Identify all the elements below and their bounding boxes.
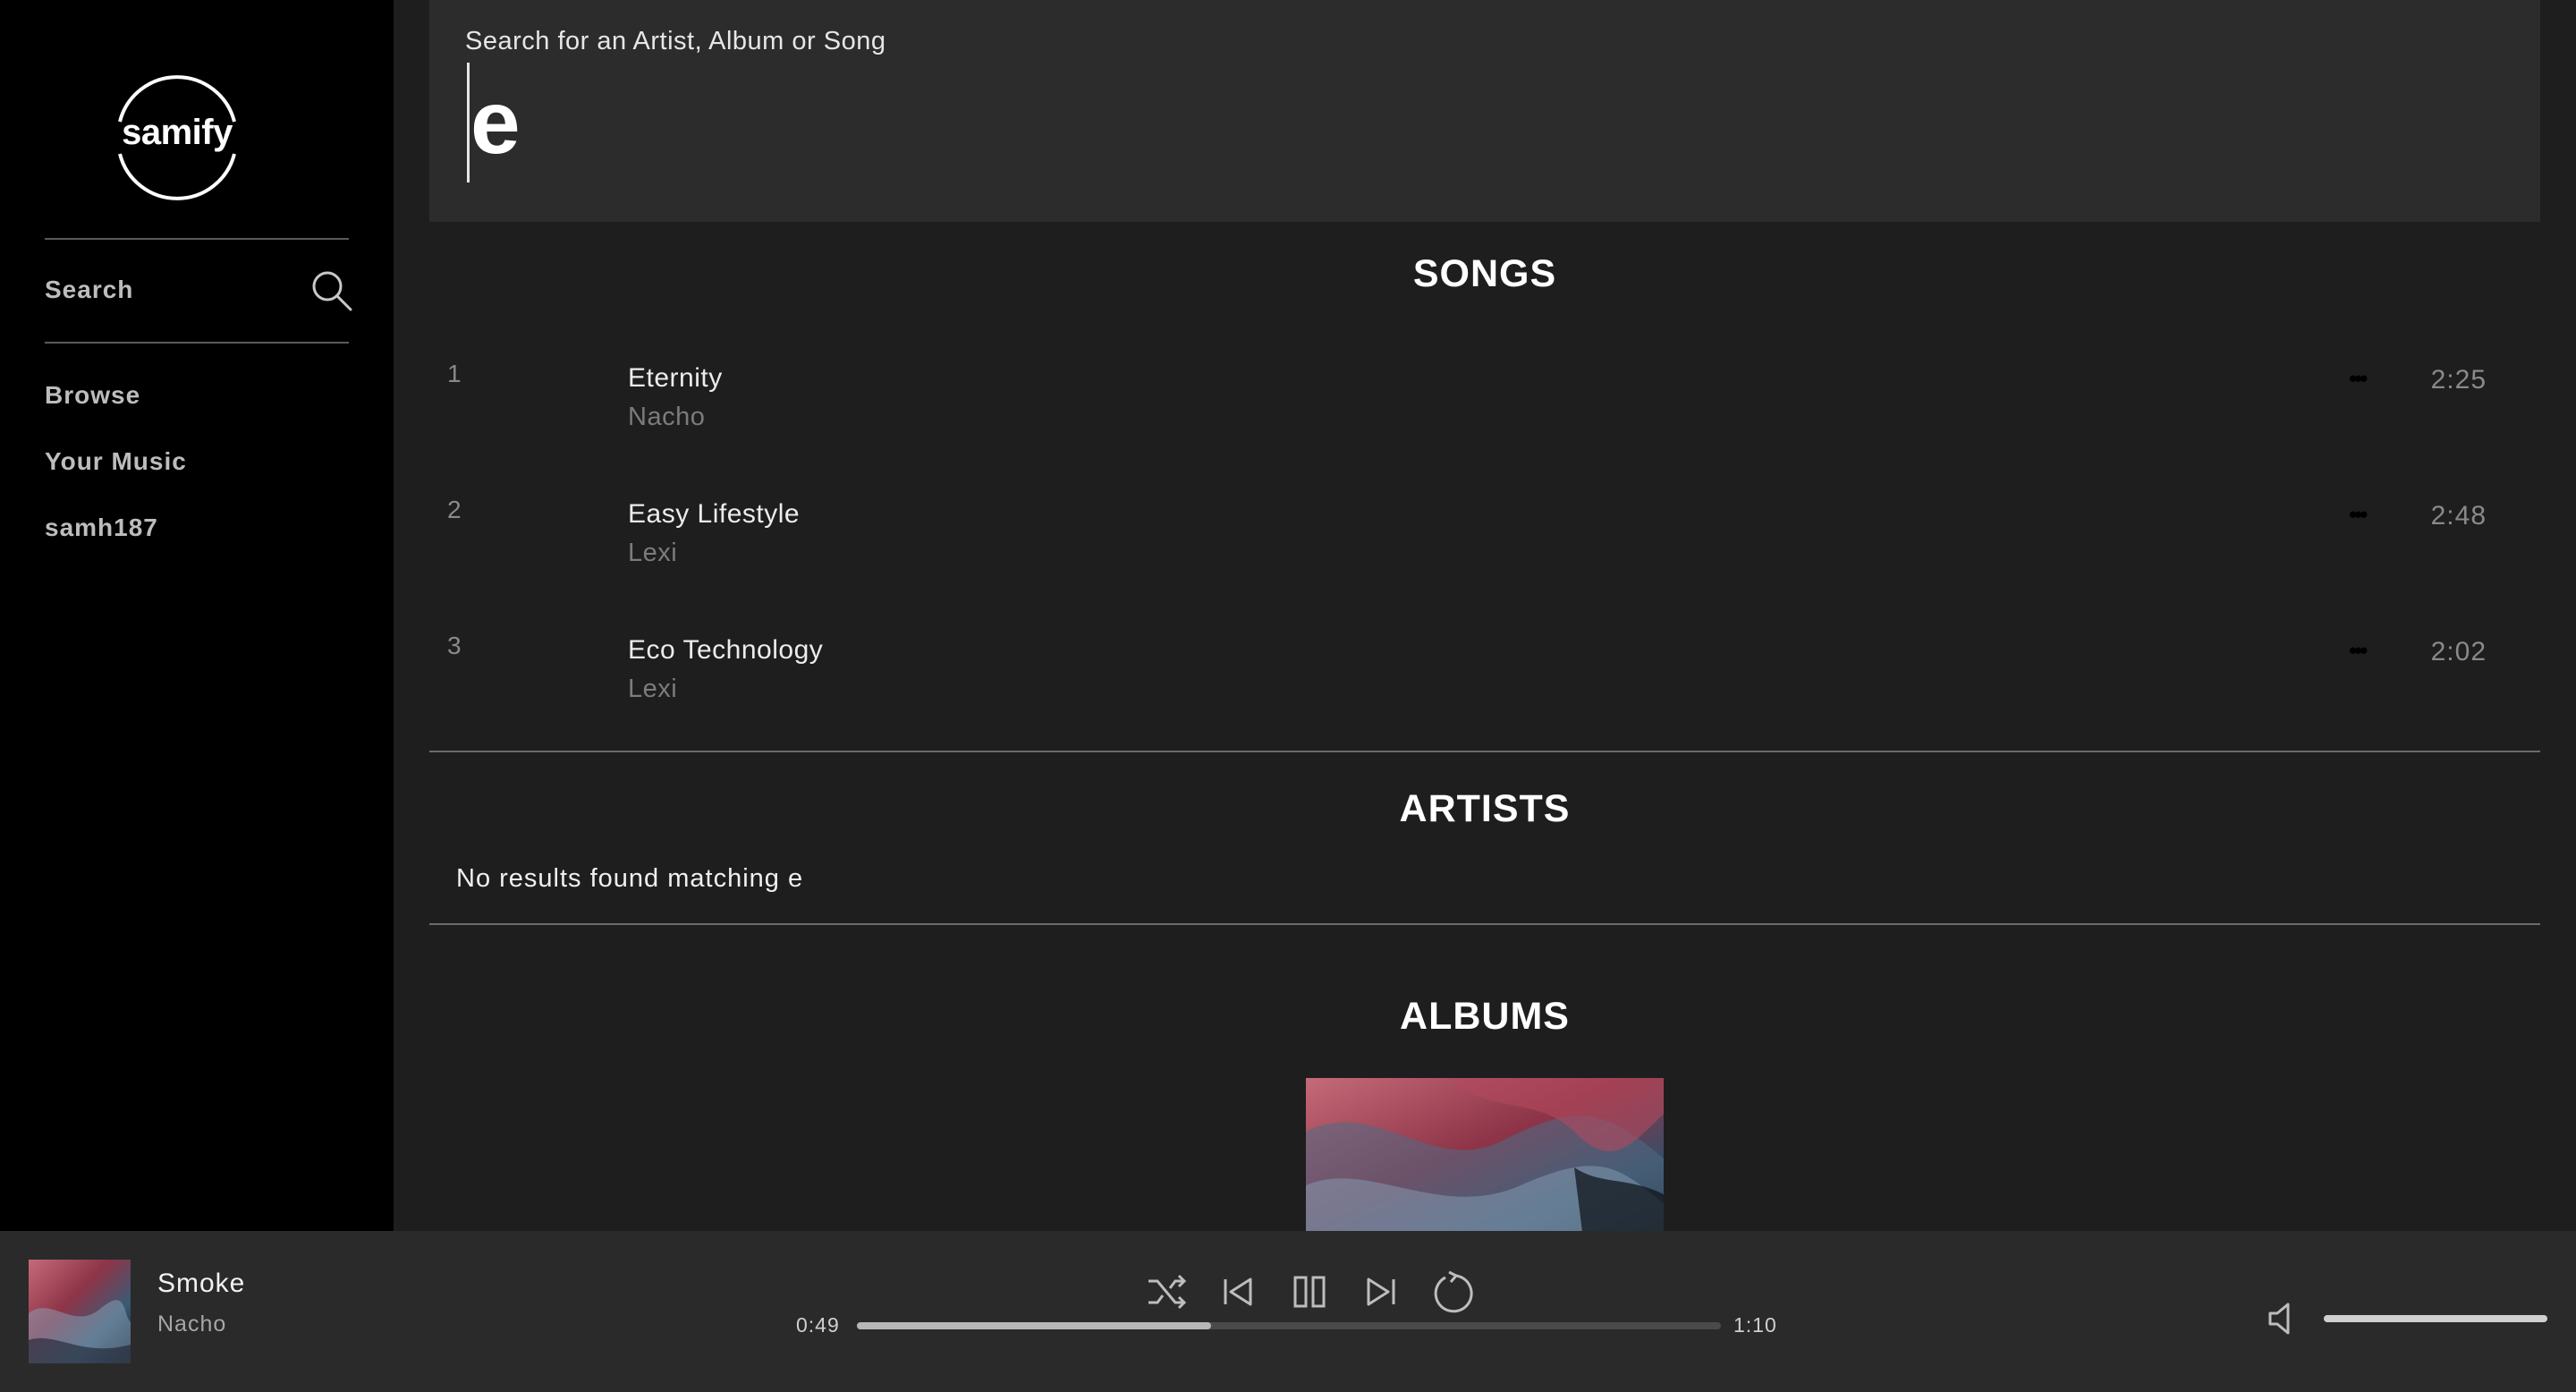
- volume-muted-icon[interactable]: [2265, 1299, 2301, 1338]
- artists-empty-message: No results found matching e: [456, 864, 804, 893]
- sidebar-item-profile[interactable]: samh187: [45, 514, 158, 542]
- elapsed-time: 0:49: [796, 1313, 840, 1337]
- volume-fill: [2324, 1315, 2547, 1322]
- song-duration: 2:02: [2430, 637, 2487, 666]
- previous-icon: [1224, 1277, 1252, 1306]
- shuffle-button[interactable]: [1143, 1265, 1190, 1319]
- song-artist[interactable]: Nacho: [628, 403, 705, 432]
- repeat-button[interactable]: [1429, 1265, 1476, 1319]
- sidebar-divider: [45, 238, 349, 240]
- song-artist[interactable]: Lexi: [628, 675, 677, 704]
- volume-slider[interactable]: [2324, 1315, 2547, 1322]
- song-title[interactable]: Eco Technology: [628, 635, 823, 666]
- song-title[interactable]: Eternity: [628, 363, 723, 394]
- logo-text: samify: [122, 113, 233, 152]
- song-title[interactable]: Easy Lifestyle: [628, 499, 800, 530]
- song-number: 3: [447, 632, 462, 659]
- pause-icon: [1293, 1276, 1326, 1308]
- albums-heading: ALBUMS: [1400, 995, 1570, 1038]
- song-duration: 2:48: [2430, 501, 2487, 530]
- search-icon[interactable]: [309, 268, 354, 313]
- song-row[interactable]: 3 Eco Technology Lexi ••• 2:02: [429, 624, 2540, 759]
- progress-bar[interactable]: [857, 1322, 1721, 1329]
- album-cover-image: [1306, 1078, 1664, 1231]
- section-divider: [429, 751, 2540, 752]
- sidebar: samify Search Browse Your Music samh187: [0, 0, 394, 1231]
- text-caret: [467, 63, 470, 182]
- samify-logo[interactable]: samify: [106, 72, 249, 200]
- more-options-icon[interactable]: •••: [2349, 501, 2368, 529]
- artists-heading: ARTISTS: [1399, 787, 1571, 830]
- progress-fill: [857, 1322, 1211, 1329]
- song-number: 1: [447, 360, 462, 387]
- album-cover[interactable]: [1306, 1078, 1664, 1231]
- sidebar-search-label: Search: [45, 276, 134, 303]
- songs-heading: SONGS: [1412, 252, 1557, 295]
- player-bar: Smoke Nacho 0:49 1:10: [0, 1231, 2576, 1392]
- sidebar-divider: [45, 342, 349, 344]
- next-button[interactable]: [1358, 1265, 1404, 1319]
- sidebar-item-browse[interactable]: Browse: [45, 381, 140, 410]
- song-artist[interactable]: Lexi: [628, 539, 677, 568]
- search-box[interactable]: Search for an Artist, Album or Song e: [429, 0, 2540, 222]
- repeat-icon: [1434, 1270, 1473, 1313]
- song-duration: 2:25: [2430, 365, 2487, 395]
- previous-button[interactable]: [1215, 1265, 1261, 1319]
- sidebar-search[interactable]: Search: [45, 268, 354, 315]
- now-playing-title[interactable]: Smoke: [157, 1269, 245, 1299]
- main-content: Search for an Artist, Album or Song e SO…: [394, 0, 2576, 1231]
- now-playing-artist[interactable]: Nacho: [157, 1311, 226, 1337]
- song-row[interactable]: 1 Eternity Nacho ••• 2:25: [429, 352, 2540, 487]
- search-placeholder: Search for an Artist, Album or Song: [465, 27, 886, 55]
- next-icon: [1367, 1277, 1395, 1306]
- search-input[interactable]: e: [470, 73, 521, 172]
- total-time: 1:10: [1733, 1313, 1777, 1337]
- section-divider: [429, 923, 2540, 925]
- more-options-icon[interactable]: •••: [2349, 365, 2368, 393]
- song-number: 2: [447, 496, 462, 523]
- shuffle-icon: [1148, 1274, 1187, 1310]
- more-options-icon[interactable]: •••: [2349, 637, 2368, 665]
- song-row[interactable]: 2 Easy Lifestyle Lexi ••• 2:48: [429, 488, 2540, 623]
- now-playing-cover-image: [29, 1260, 131, 1363]
- now-playing-cover[interactable]: [29, 1260, 131, 1363]
- sidebar-item-your-music[interactable]: Your Music: [45, 447, 187, 476]
- pause-button[interactable]: [1286, 1265, 1333, 1319]
